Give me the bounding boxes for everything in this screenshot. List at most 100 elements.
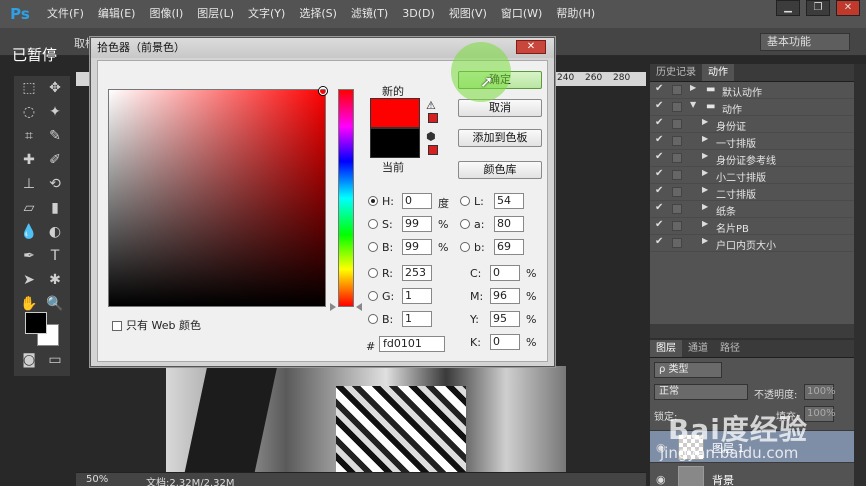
menu-file[interactable]: 文件(F): [40, 0, 91, 28]
check-icon[interactable]: ✔: [655, 168, 663, 179]
action-item[interactable]: ✔ ▶ 二寸排版: [650, 184, 854, 201]
menu-filter[interactable]: 滤镜(T): [344, 0, 395, 28]
lab-a-input[interactable]: 80: [494, 216, 524, 232]
zoom-tool-icon[interactable]: 🔍: [44, 294, 66, 314]
hex-input[interactable]: fd0101: [379, 336, 445, 352]
tab-channels[interactable]: 通道: [682, 340, 714, 357]
dialog-close-button[interactable]: ✕: [516, 40, 546, 54]
add-to-swatches-button[interactable]: 添加到色板: [458, 129, 542, 147]
check-icon[interactable]: ✔: [655, 117, 663, 128]
blue-input[interactable]: 1: [402, 311, 432, 327]
hand-tool-icon[interactable]: ✋: [18, 294, 40, 314]
checkbox-box[interactable]: [112, 321, 122, 331]
expand-arrow-icon[interactable]: ▶: [702, 134, 708, 143]
pen-tool-icon[interactable]: ✒: [18, 246, 40, 266]
action-item[interactable]: ✔ ▶ 名片PB: [650, 218, 854, 235]
expand-arrow-icon[interactable]: ▶: [702, 219, 708, 228]
dialog-toggle-box[interactable]: [672, 221, 682, 231]
menu-help[interactable]: 帮助(H): [549, 0, 602, 28]
expand-arrow-icon[interactable]: ▶: [702, 202, 708, 211]
dialog-toggle-box[interactable]: [672, 170, 682, 180]
blur-tool-icon[interactable]: 💧: [18, 222, 40, 242]
lab-b-radio[interactable]: [460, 242, 470, 252]
expand-arrow-icon[interactable]: ▶: [702, 236, 708, 245]
zoom-level[interactable]: 50%: [86, 474, 108, 485]
action-set-actions[interactable]: ✔ ▼ ▬ 动作: [650, 99, 854, 116]
menu-view[interactable]: 视图(V): [442, 0, 494, 28]
expand-arrow-icon[interactable]: ▶: [702, 117, 708, 126]
hue-slider-right-arrow[interactable]: [356, 303, 362, 311]
brush-tool-icon[interactable]: ✐: [44, 150, 66, 170]
ok-button[interactable]: 确定: [458, 71, 542, 89]
magenta-input[interactable]: 96: [490, 288, 520, 304]
saturation-radio[interactable]: [368, 219, 378, 229]
color-marker[interactable]: [319, 87, 327, 95]
hue-slider-left-arrow[interactable]: [330, 303, 336, 311]
action-set-default[interactable]: ✔ ▶ ▬ 默认动作: [650, 82, 854, 99]
check-icon[interactable]: ✔: [655, 202, 663, 213]
color-libraries-button[interactable]: 颜色库: [458, 161, 542, 179]
check-icon[interactable]: ✔: [655, 219, 663, 230]
stamp-tool-icon[interactable]: ⊥: [18, 174, 40, 194]
gradient-tool-icon[interactable]: ▮: [44, 198, 66, 218]
layer-row[interactable]: ◉ 背景: [650, 462, 854, 486]
maximize-button[interactable]: ❐: [806, 0, 830, 16]
action-item[interactable]: ✔ ▶ 纸条: [650, 201, 854, 218]
history-brush-icon[interactable]: ⟲: [44, 174, 66, 194]
menu-layer[interactable]: 图层(L): [190, 0, 241, 28]
menu-window[interactable]: 窗口(W): [494, 0, 549, 28]
opacity-input[interactable]: 100%: [804, 384, 836, 400]
hue-slider[interactable]: [338, 89, 354, 307]
cyan-input[interactable]: 0: [490, 265, 520, 281]
saturation-input[interactable]: 99: [402, 216, 432, 232]
action-item[interactable]: ✔ ▶ 一寸排版: [650, 133, 854, 150]
layer-kind-filter[interactable]: ρ 类型: [654, 362, 722, 378]
dialog-toggle-box[interactable]: [672, 85, 682, 95]
expand-arrow-icon[interactable]: ▶: [690, 83, 696, 92]
web-colors-only-checkbox[interactable]: 只有 Web 颜色: [112, 317, 201, 333]
blue-radio[interactable]: [368, 314, 378, 324]
check-icon[interactable]: ✔: [655, 151, 663, 162]
red-radio[interactable]: [368, 268, 378, 278]
lasso-tool-icon[interactable]: ◌: [18, 102, 40, 122]
web-safe-swatch[interactable]: [428, 145, 438, 155]
tab-actions[interactable]: 动作: [702, 64, 734, 81]
expand-arrow-icon[interactable]: ▶: [702, 168, 708, 177]
check-icon[interactable]: ✔: [655, 185, 663, 196]
saturation-brightness-field[interactable]: [108, 89, 326, 307]
magic-wand-icon[interactable]: ✦: [44, 102, 66, 122]
check-icon[interactable]: ✔: [655, 83, 663, 94]
cancel-button[interactable]: 取消: [458, 99, 542, 117]
move-tool-icon[interactable]: ✥: [44, 78, 66, 98]
menu-3d[interactable]: 3D(D): [395, 0, 442, 28]
hue-input[interactable]: 0: [402, 193, 432, 209]
black-input[interactable]: 0: [490, 334, 520, 350]
action-item[interactable]: ✔ ▶ 小二寸排版: [650, 167, 854, 184]
eyedropper-icon[interactable]: ✎: [44, 126, 66, 146]
healing-brush-icon[interactable]: ✚: [18, 150, 40, 170]
dialog-toggle-box[interactable]: [672, 153, 682, 163]
blend-mode-select[interactable]: 正常: [654, 384, 748, 400]
menu-image[interactable]: 图像(I): [142, 0, 190, 28]
menu-edit[interactable]: 编辑(E): [91, 0, 143, 28]
green-radio[interactable]: [368, 291, 378, 301]
close-window-button[interactable]: ✕: [836, 0, 860, 16]
red-input[interactable]: 253: [402, 265, 432, 281]
gamut-warning-icon[interactable]: ⚠: [426, 99, 436, 112]
eye-icon[interactable]: ◉: [656, 473, 666, 486]
dialog-toggle-box[interactable]: [672, 187, 682, 197]
expand-arrow-icon[interactable]: ▶: [702, 151, 708, 160]
action-item[interactable]: ✔ ▶ 身份证参考线: [650, 150, 854, 167]
yellow-input[interactable]: 95: [490, 311, 520, 327]
screen-mode-icon[interactable]: ▭: [44, 350, 66, 370]
current-color-swatch[interactable]: [370, 128, 420, 158]
action-item[interactable]: ✔ ▶ 户口内页大小: [650, 235, 854, 252]
marquee-tool-icon[interactable]: ⬚: [18, 78, 40, 98]
expand-arrow-icon[interactable]: ▶: [702, 185, 708, 194]
lab-l-radio[interactable]: [460, 196, 470, 206]
dialog-toggle-box[interactable]: [672, 204, 682, 214]
green-input[interactable]: 1: [402, 288, 432, 304]
eraser-tool-icon[interactable]: ▱: [18, 198, 40, 218]
lab-b-input[interactable]: 69: [494, 239, 524, 255]
brightness-radio[interactable]: [368, 242, 378, 252]
